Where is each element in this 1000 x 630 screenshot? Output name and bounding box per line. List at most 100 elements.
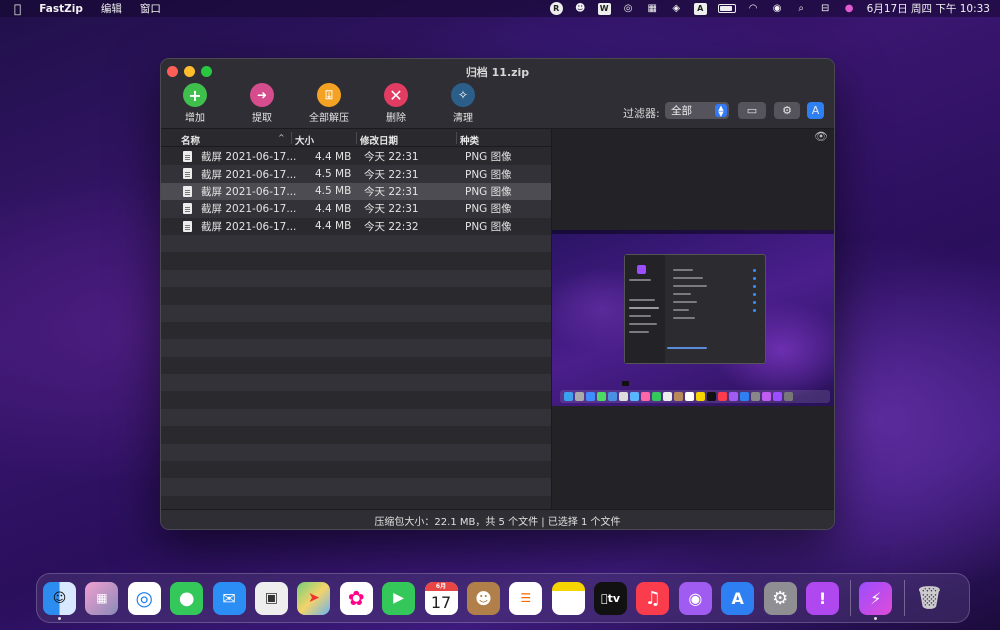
reminders-icon[interactable]: ☰	[509, 581, 543, 615]
menu-window[interactable]: 窗口	[140, 1, 161, 16]
calendar-day: 17	[430, 592, 452, 612]
clean-button[interactable]: ✧ 清理	[433, 83, 493, 124]
file-icon	[183, 220, 192, 232]
delete-button[interactable]: ✕ 删除	[366, 83, 426, 124]
empty-row	[161, 252, 551, 269]
file-name: 截屏 2021-06-17...	[201, 151, 297, 164]
empty-row	[161, 408, 551, 427]
clean-label: 清理	[453, 113, 473, 124]
empty-row	[161, 478, 551, 496]
launchpad-icon[interactable]: ▦	[85, 581, 119, 615]
gear-icon: ⚙	[782, 104, 792, 117]
notes-icon[interactable]	[551, 581, 585, 615]
a-status-icon[interactable]: A	[693, 2, 707, 15]
file-name: 截屏 2021-06-17...	[201, 203, 297, 216]
layers-status-icon[interactable]: ◈	[670, 2, 683, 15]
preview-image	[552, 230, 834, 406]
app-store-button[interactable]: A	[807, 102, 824, 119]
screenshot-icon[interactable]: ▣	[254, 581, 288, 615]
maps-icon[interactable]: ➤	[297, 581, 331, 615]
apple-tv-icon[interactable]: tv	[594, 581, 628, 615]
sidebar-icon: ▭	[746, 104, 758, 117]
file-size: 4.4 MB	[315, 150, 352, 163]
x-icon: ✕	[384, 83, 408, 107]
sidebar-toggle-button[interactable]: ▭	[738, 102, 766, 119]
face-status-icon[interactable]: ☻	[574, 2, 587, 15]
photos-icon[interactable]: ✿	[339, 581, 373, 615]
battery-icon[interactable]	[717, 4, 736, 13]
w-status-icon[interactable]: W	[597, 2, 611, 15]
table-row[interactable]: 截屏 2021-06-17... 4.5 MB 今天 22:31 PNG 图像	[161, 182, 551, 201]
user-icon[interactable]: ◉	[771, 2, 784, 15]
status-bar: 压缩包大小：22.1 MB，共 5 个文件 | 已选择 1 个文件	[161, 509, 834, 529]
dock-separator	[903, 580, 905, 616]
siri-icon[interactable]: ●	[843, 2, 856, 15]
contacts-icon[interactable]: ☻	[466, 581, 500, 615]
facetime-icon[interactable]: ▶	[382, 581, 416, 615]
file-name: 截屏 2021-06-17...	[201, 185, 297, 198]
table-row[interactable]: 截屏 2021-06-17... 4.4 MB 今天 22:31 PNG 图像	[161, 148, 551, 165]
table-row[interactable]: 截屏 2021-06-17... 4.5 MB 今天 22:31 PNG 图像	[161, 165, 551, 183]
safari-icon[interactable]: ◎	[127, 581, 161, 615]
spotlight-icon[interactable]: ⌕	[795, 2, 808, 15]
file-size: 4.5 MB	[315, 185, 352, 198]
messages-icon[interactable]: ●	[170, 581, 204, 615]
app-menu[interactable]: FastZip	[39, 3, 83, 15]
system-preferences-icon[interactable]: ⚙	[763, 581, 797, 615]
app-store-icon[interactable]: A	[721, 581, 755, 615]
delete-label: 删除	[386, 113, 406, 124]
fastzip-dock-icon[interactable]: ⚡	[859, 581, 893, 620]
extract-button[interactable]: ➜ 提取	[232, 83, 292, 124]
sort-up-icon[interactable]: ^	[278, 133, 285, 142]
empty-row	[161, 374, 551, 392]
column-size[interactable]: 大小	[295, 133, 314, 147]
file-icon	[183, 203, 192, 215]
apple-icon[interactable]: 	[14, 2, 21, 16]
column-name[interactable]: 名称	[181, 133, 200, 147]
clock[interactable]: 6月17日 周四 下午 10:33	[867, 1, 990, 16]
table-header: 名称 ^ 大小 修改日期 种类	[161, 129, 551, 147]
wifi-icon[interactable]: ◠	[747, 2, 760, 15]
menu-edit[interactable]: 编辑	[101, 1, 122, 16]
extract-all-button[interactable]: ⍗ 全部解压	[299, 83, 359, 124]
calendar-month: 6月	[424, 581, 458, 591]
r-status-icon[interactable]: R	[549, 2, 563, 15]
mail-icon[interactable]: ✉	[212, 581, 246, 615]
podcasts-icon[interactable]: ◉	[678, 581, 712, 615]
empty-row	[161, 357, 551, 374]
file-kind: PNG 图像	[465, 168, 512, 181]
grid-status-icon[interactable]: ▦	[646, 2, 659, 15]
fastzip-window: 归档 11.zip + 增加 ➜ 提取 ⍗ 全部解压 ✕ 删除 ✧ 清理 过滤器…	[160, 58, 835, 530]
updown-icon: ▲ ▼	[715, 104, 727, 118]
dock-separator	[850, 580, 852, 616]
control-center-icon[interactable]: ⊟	[819, 2, 832, 15]
file-modified: 今天 22:31	[364, 185, 419, 198]
settings-button[interactable]: ⚙	[774, 102, 800, 119]
table-row[interactable]: 截屏 2021-06-17... 4.4 MB 今天 22:32 PNG 图像	[161, 218, 551, 235]
empty-row	[161, 426, 551, 443]
trash-icon[interactable]: 🗑	[913, 582, 946, 615]
file-kind: PNG 图像	[465, 151, 512, 164]
empty-row	[161, 287, 551, 304]
add-label: 增加	[185, 113, 205, 124]
music-icon[interactable]: ♫	[636, 581, 670, 615]
file-icon	[183, 168, 192, 180]
file-size: 4.4 MB	[315, 202, 352, 215]
dock: ☺ ▦ ◎ ● ✉ ▣ ➤ ✿ ▶ 6月 17 ☻ ☰ tv ♫ ◉ A ⚙ …	[36, 573, 970, 623]
column-kind[interactable]: 种类	[460, 133, 479, 147]
column-modified[interactable]: 修改日期	[360, 133, 398, 147]
empty-row	[161, 304, 551, 322]
finder-icon[interactable]: ☺	[43, 581, 76, 620]
file-kind: PNG 图像	[465, 185, 512, 198]
filter-select[interactable]: 全部 ▲ ▼	[665, 102, 729, 119]
empty-row	[161, 234, 551, 253]
compass-status-icon[interactable]: ◎	[622, 2, 635, 15]
table-row[interactable]: 截屏 2021-06-17... 4.4 MB 今天 22:31 PNG 图像	[161, 200, 551, 218]
feedback-icon[interactable]: !	[806, 581, 840, 615]
eye-icon[interactable]: 👁	[814, 130, 830, 143]
calendar-icon[interactable]: 6月 17	[424, 581, 458, 615]
add-button[interactable]: + 增加	[165, 83, 225, 124]
file-icon	[183, 151, 192, 162]
empty-row	[161, 461, 551, 478]
file-kind: PNG 图像	[465, 203, 512, 216]
